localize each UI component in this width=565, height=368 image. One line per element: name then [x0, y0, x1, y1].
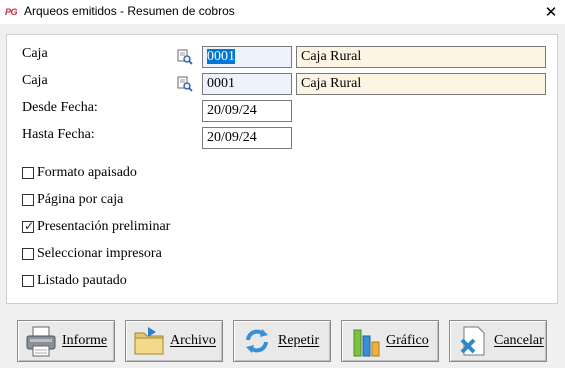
title-bar: PG Arqueos emitidos - Resumen de cobros …: [0, 0, 565, 24]
presentacion-preliminar-checkbox[interactable]: ✓ Presentación preliminar: [22, 219, 170, 235]
listado-pautado-checkbox[interactable]: Listado pautado: [22, 273, 127, 289]
grafico-label: Gráfico: [386, 333, 429, 348]
desde-fecha-input[interactable]: 20/09/24: [202, 100, 292, 122]
repetir-button[interactable]: Repetir: [233, 320, 331, 362]
cancel-document-icon: [456, 324, 490, 358]
cancelar-button[interactable]: Cancelar: [449, 320, 547, 362]
checkbox-label: Seleccionar impresora: [37, 246, 162, 261]
checkbox-label: Presentación preliminar: [37, 219, 171, 234]
checkbox-box[interactable]: [22, 167, 34, 179]
archivo-label: Archivo: [170, 333, 216, 348]
checkbox-box-checked[interactable]: ✓: [22, 219, 35, 233]
caja-from-code-input[interactable]: 0001: [202, 46, 292, 68]
caja-from-lookup-icon[interactable]: [177, 49, 193, 65]
check-mark-icon: ✓: [24, 219, 35, 233]
formato-apaisado-checkbox[interactable]: Formato apaisado: [22, 165, 137, 181]
caja-from-label: Caja: [22, 46, 48, 61]
informe-button[interactable]: Informe: [17, 320, 115, 362]
hasta-fecha-label: Hasta Fecha:: [22, 127, 95, 142]
refresh-icon: [240, 324, 274, 358]
caja-to-lookup-icon[interactable]: [177, 76, 193, 92]
checkbox-label: Página por caja: [37, 192, 124, 207]
caja-to-name-field: Caja Rural: [296, 73, 546, 95]
checkbox-box[interactable]: [22, 194, 34, 206]
hasta-fecha-input[interactable]: 20/09/24: [202, 127, 292, 149]
printer-icon: [24, 324, 58, 358]
folder-icon: [132, 324, 166, 358]
informe-label: Informe: [62, 333, 108, 348]
checkbox-label: Formato apaisado: [37, 165, 137, 180]
cancelar-label: Cancelar: [494, 333, 544, 348]
app-logo-icon: PG: [5, 7, 18, 17]
pagina-por-caja-checkbox[interactable]: Página por caja: [22, 192, 123, 208]
caja-to-label: Caja: [22, 73, 48, 88]
desde-fecha-label: Desde Fecha:: [22, 100, 98, 115]
caja-from-name-field: Caja Rural: [296, 46, 546, 68]
checkbox-label: Listado pautado: [37, 273, 127, 288]
archivo-button[interactable]: Archivo: [125, 320, 223, 362]
repetir-label: Repetir: [278, 333, 320, 348]
checkbox-box[interactable]: [22, 248, 34, 260]
caja-to-code-input[interactable]: 0001: [202, 73, 292, 95]
seleccionar-impresora-checkbox[interactable]: Seleccionar impresora: [22, 246, 162, 262]
close-button[interactable]: ✕: [539, 0, 563, 24]
bar-chart-icon: [348, 324, 382, 358]
window-title: Arqueos emitidos - Resumen de cobros: [24, 4, 235, 18]
grafico-button[interactable]: Gráfico: [341, 320, 439, 362]
checkbox-box[interactable]: [22, 275, 34, 287]
